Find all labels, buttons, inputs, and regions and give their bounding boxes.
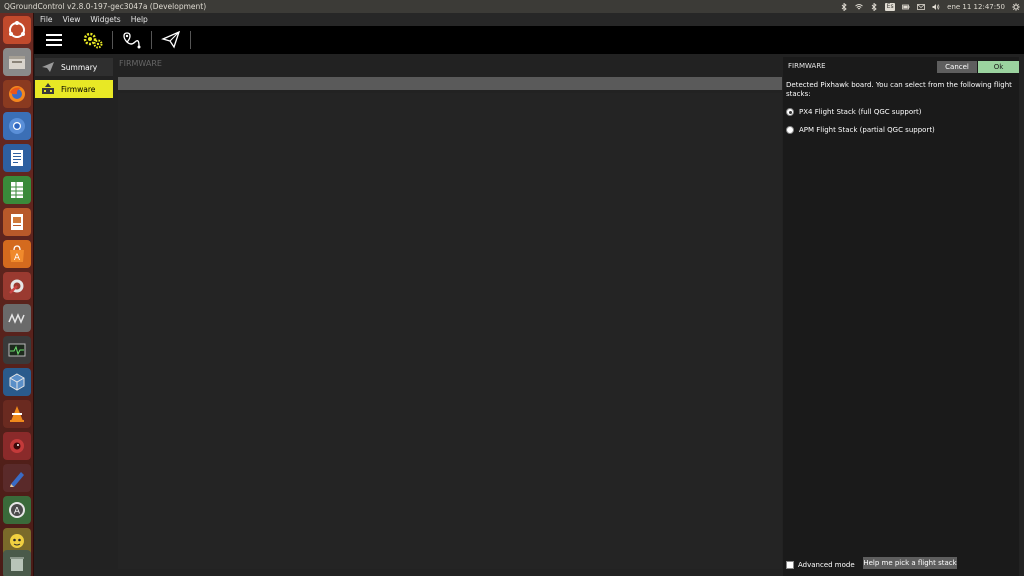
firmware-status-log bbox=[118, 93, 782, 569]
advanced-mode-label: Advanced mode bbox=[798, 561, 855, 569]
volume-icon[interactable] bbox=[932, 3, 940, 11]
menu-bar: File View Widgets Help bbox=[34, 13, 1024, 26]
dialog-header: FIRMWARE Cancel Ok bbox=[783, 59, 1019, 73]
firmware-progress-bar bbox=[118, 77, 782, 90]
trash-icon[interactable] bbox=[3, 550, 31, 576]
dialog-title: FIRMWARE bbox=[788, 62, 826, 70]
sidebar-item-firmware[interactable]: Firmware bbox=[35, 80, 113, 98]
apm-option-label: APM Flight Stack (partial QGC support) bbox=[799, 126, 935, 134]
workspace-switcher-icon[interactable] bbox=[3, 304, 31, 332]
main-toolbar bbox=[34, 26, 1024, 54]
libreoffice-writer-icon[interactable] bbox=[3, 144, 31, 172]
libreoffice-impress-icon[interactable] bbox=[3, 208, 31, 236]
sidebar-item-summary[interactable]: Summary bbox=[35, 58, 113, 76]
fly-paper-plane-icon[interactable] bbox=[152, 26, 190, 54]
dialog-message: Detected Pixhawk board. You can select f… bbox=[786, 81, 1012, 98]
system-monitor-icon[interactable] bbox=[3, 336, 31, 364]
firmware-chip-icon bbox=[40, 83, 56, 95]
software-updater-icon[interactable]: A bbox=[3, 496, 31, 524]
apm-flight-stack-option[interactable]: APM Flight Stack (partial QGC support) bbox=[786, 126, 935, 134]
plan-waypoint-icon[interactable] bbox=[113, 26, 151, 54]
firmware-main-panel: FIRMWARE bbox=[114, 54, 782, 576]
cheese-webcam-icon[interactable] bbox=[3, 432, 31, 460]
system-settings-icon[interactable] bbox=[1012, 2, 1020, 11]
dash-home-icon[interactable] bbox=[3, 16, 31, 44]
sidebar-item-label: Firmware bbox=[61, 84, 96, 94]
vlc-icon[interactable] bbox=[3, 400, 31, 428]
system-tray: Es ene 11 12:47:50 bbox=[840, 0, 1020, 13]
battery-icon[interactable] bbox=[902, 3, 910, 11]
menu-widgets[interactable]: Widgets bbox=[90, 15, 120, 24]
clock[interactable]: ene 11 12:47:50 bbox=[947, 3, 1005, 11]
bluetooth-status-icon[interactable] bbox=[840, 2, 848, 11]
text-editor-icon[interactable] bbox=[3, 464, 31, 492]
libreoffice-calc-icon[interactable] bbox=[3, 176, 31, 204]
help-pick-flight-stack-button[interactable]: Help me pick a flight stack bbox=[863, 557, 957, 569]
cancel-button[interactable]: Cancel bbox=[937, 61, 977, 73]
keyboard-layout-indicator[interactable]: Es bbox=[885, 2, 896, 11]
software-center-icon[interactable]: A bbox=[3, 240, 31, 268]
bluetooth-icon[interactable] bbox=[870, 2, 878, 11]
wifi-icon[interactable] bbox=[855, 3, 863, 11]
hamburger-menu-icon[interactable] bbox=[34, 26, 74, 54]
ok-button[interactable]: Ok bbox=[978, 61, 1019, 73]
system-top-panel: QGroundControl v2.8.0-197-gec3047a (Deve… bbox=[0, 0, 1024, 13]
svg-text:A: A bbox=[14, 253, 21, 263]
files-icon[interactable] bbox=[3, 48, 31, 76]
toolbar-separator bbox=[190, 31, 191, 49]
setup-sidebar: Summary Firmware bbox=[34, 54, 114, 576]
page-title: FIRMWARE bbox=[119, 59, 162, 68]
setup-gears-icon[interactable] bbox=[74, 26, 112, 54]
menu-view[interactable]: View bbox=[63, 15, 81, 24]
window-title: QGroundControl v2.8.0-197-gec3047a (Deve… bbox=[4, 2, 207, 11]
system-settings-icon[interactable] bbox=[3, 272, 31, 300]
firefox-icon[interactable] bbox=[3, 80, 31, 108]
advanced-mode-toggle[interactable]: Advanced mode bbox=[786, 561, 855, 569]
apm-radio-button[interactable] bbox=[786, 126, 794, 134]
mail-icon[interactable] bbox=[917, 3, 926, 11]
app-launcher: A A bbox=[0, 13, 34, 576]
px4-flight-stack-option[interactable]: PX4 Flight Stack (full QGC support) bbox=[786, 108, 921, 116]
chromium-icon[interactable] bbox=[3, 112, 31, 140]
advanced-mode-checkbox[interactable] bbox=[786, 561, 794, 569]
menu-help[interactable]: Help bbox=[131, 15, 148, 24]
menu-file[interactable]: File bbox=[40, 15, 53, 24]
sidebar-item-label: Summary bbox=[61, 62, 98, 72]
px4-radio-button[interactable] bbox=[786, 108, 794, 116]
paper-plane-icon bbox=[40, 61, 56, 73]
virtualbox-icon[interactable] bbox=[3, 368, 31, 396]
px4-option-label: PX4 Flight Stack (full QGC support) bbox=[799, 108, 922, 116]
firmware-dialog: FIRMWARE Cancel Ok Detected Pixhawk boar… bbox=[783, 57, 1019, 576]
svg-text:A: A bbox=[14, 507, 21, 517]
